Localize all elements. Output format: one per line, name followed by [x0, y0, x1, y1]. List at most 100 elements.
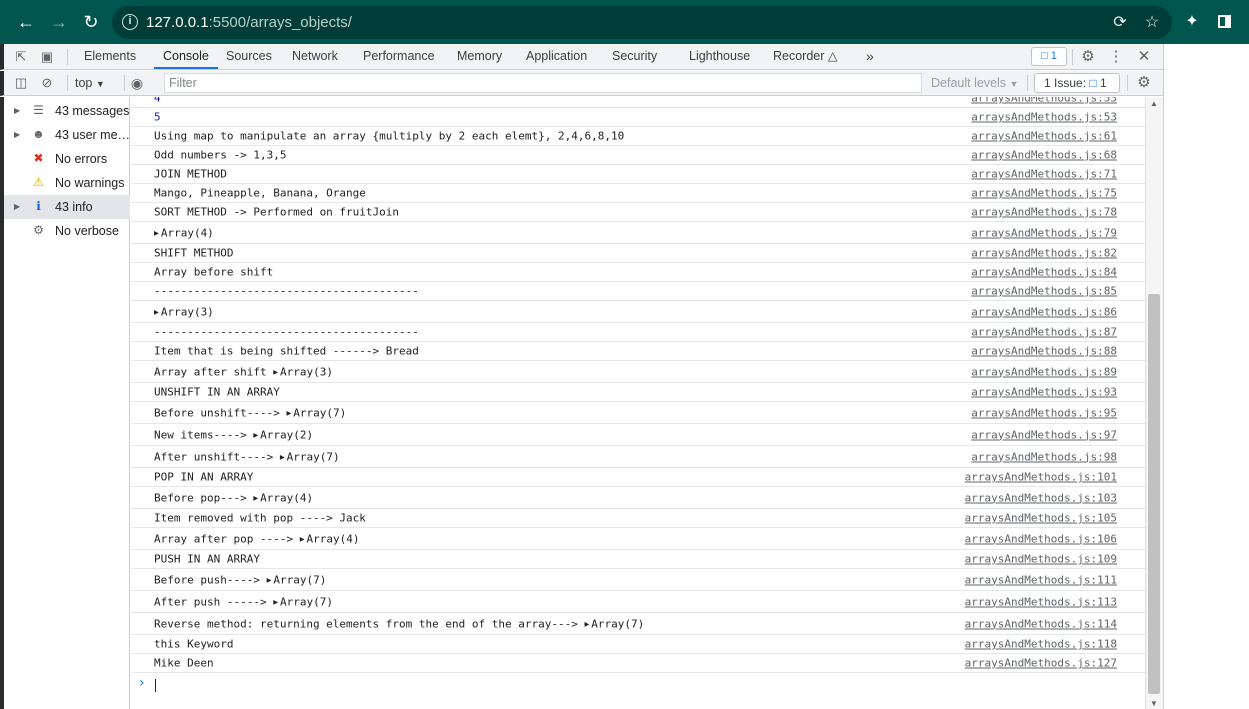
tab-application[interactable]: Application [526, 44, 587, 69]
expandable-object[interactable]: ▶ Array(3) [154, 305, 214, 318]
default-levels-dropdown[interactable]: Default levels ▼ [931, 76, 1018, 90]
expandable-object[interactable]: ▶ Array(7) [584, 617, 644, 630]
console-scrollbar[interactable]: ▲ ▼ [1145, 97, 1163, 709]
source-link[interactable]: arraysAndMethods.js:53 [971, 111, 1117, 124]
source-link[interactable]: arraysAndMethods.js:71 [971, 168, 1117, 181]
expand-triangle-icon[interactable]: ▶ [584, 619, 589, 628]
scrollbar-thumb[interactable] [1148, 294, 1160, 694]
source-link[interactable]: arraysAndMethods.js:79 [971, 226, 1117, 239]
source-link[interactable]: arraysAndMethods.js:127 [965, 657, 1117, 670]
source-link[interactable]: arraysAndMethods.js:103 [965, 491, 1117, 504]
back-arrow-icon[interactable]: ← [13, 9, 39, 35]
scroll-up-icon[interactable]: ▲ [1150, 99, 1158, 108]
expand-triangle-icon[interactable]: ▶ [14, 195, 20, 219]
console-settings-gear-icon[interactable]: ⚙ [1135, 74, 1153, 92]
tab-recorder[interactable]: Recorder △ [773, 44, 838, 69]
source-link[interactable]: arraysAndMethods.js:85 [971, 285, 1117, 298]
source-link[interactable]: arraysAndMethods.js:84 [971, 266, 1117, 279]
console-input[interactable] [155, 679, 156, 692]
address-bar[interactable]: i 127.0.0.1:5500/arrays_objects/ ⟳ ☆ [112, 6, 1172, 39]
more-tabs-button[interactable]: » [866, 44, 874, 69]
source-link[interactable]: arraysAndMethods.js:113 [965, 595, 1117, 608]
expandable-object[interactable]: ▶ Array(4) [253, 491, 313, 504]
expandable-object[interactable]: ▶ Array(7) [280, 450, 340, 463]
tab-lighthouse[interactable]: Lighthouse [689, 44, 750, 69]
device-toolbar-icon[interactable]: ▣ [38, 48, 56, 66]
source-link[interactable]: arraysAndMethods.js:78 [971, 206, 1117, 219]
sidebar-item[interactable]: ▶ ☰ 43 messages [4, 99, 130, 123]
more-options-icon[interactable]: ⋮ [1107, 48, 1125, 66]
live-expression-eye-icon[interactable]: ◉ [128, 74, 146, 92]
scroll-down-icon[interactable]: ▼ [1150, 699, 1158, 708]
source-link[interactable]: arraysAndMethods.js:87 [971, 326, 1117, 339]
expand-triangle-icon[interactable]: ▶ [253, 430, 258, 439]
expand-triangle-icon[interactable]: ▶ [154, 307, 159, 316]
source-link[interactable]: arraysAndMethods.js:89 [971, 365, 1117, 378]
expandable-object[interactable]: ▶ Array(7) [286, 406, 346, 419]
source-link[interactable]: arraysAndMethods.js:93 [971, 386, 1117, 399]
source-link[interactable]: arraysAndMethods.js:105 [965, 512, 1117, 525]
sidebar-toggle-icon[interactable]: ◫ [12, 74, 30, 92]
sidebar-item[interactable]: ▶ ☻ 43 user me… [4, 123, 130, 147]
source-link[interactable]: arraysAndMethods.js:106 [965, 532, 1117, 545]
expand-triangle-icon[interactable]: ▶ [280, 452, 285, 461]
forward-arrow-icon[interactable]: → [46, 9, 72, 35]
sidebar-item[interactable]: ⚠ No warnings [4, 171, 130, 195]
expand-triangle-icon[interactable]: ▶ [273, 597, 278, 606]
tab-performance[interactable]: Performance [363, 44, 435, 69]
extensions-icon[interactable]: ✦ [1180, 10, 1204, 34]
tab-sources[interactable]: Sources [226, 44, 272, 69]
source-link[interactable]: arraysAndMethods.js:111 [965, 573, 1117, 586]
info-icon[interactable]: i [122, 14, 138, 30]
clear-console-icon[interactable]: ⊘ [38, 74, 56, 92]
source-link[interactable]: arraysAndMethods.js:97 [971, 428, 1117, 441]
source-link[interactable]: arraysAndMethods.js:53 [971, 97, 1117, 105]
expandable-object[interactable]: ▶ Array(4) [300, 532, 360, 545]
source-link[interactable]: arraysAndMethods.js:114 [965, 617, 1117, 630]
expand-triangle-icon[interactable]: ▶ [286, 408, 291, 417]
expandable-object[interactable]: ▶ Array(4) [154, 226, 214, 239]
expand-triangle-icon[interactable]: ▶ [14, 123, 20, 147]
tab-console[interactable]: Console [154, 44, 218, 69]
expandable-object[interactable]: ▶ Array(7) [273, 595, 333, 608]
close-icon[interactable]: ✕ [1135, 48, 1153, 66]
expand-triangle-icon[interactable]: ▶ [300, 534, 305, 543]
tab-memory[interactable]: Memory [457, 44, 502, 69]
source-link[interactable]: arraysAndMethods.js:101 [965, 471, 1117, 484]
share-icon[interactable]: ⟳ [1109, 12, 1131, 34]
inspect-element-icon[interactable]: ⇱ [12, 48, 30, 66]
side-panel-icon[interactable] [1212, 10, 1236, 34]
settings-gear-icon[interactable]: ⚙ [1079, 48, 1097, 66]
source-link[interactable]: arraysAndMethods.js:86 [971, 305, 1117, 318]
sidebar-item[interactable]: ⚙ No verbose [4, 219, 130, 243]
expand-triangle-icon[interactable]: ▶ [154, 228, 159, 237]
tab-elements[interactable]: Elements [84, 44, 136, 69]
source-link[interactable]: arraysAndMethods.js:109 [965, 553, 1117, 566]
source-link[interactable]: arraysAndMethods.js:118 [965, 638, 1117, 651]
source-link[interactable]: arraysAndMethods.js:61 [971, 130, 1117, 143]
sidebar-item[interactable]: ✖ No errors [4, 147, 130, 171]
expandable-object[interactable]: ▶ Array(2) [253, 428, 313, 441]
source-link[interactable]: arraysAndMethods.js:82 [971, 247, 1117, 260]
expand-triangle-icon[interactable]: ▶ [253, 493, 258, 502]
url-text[interactable]: 127.0.0.1:5500/arrays_objects/ [146, 14, 352, 31]
context-selector[interactable]: top ▼ [75, 76, 105, 90]
expand-triangle-icon[interactable]: ▶ [273, 367, 278, 376]
source-link[interactable]: arraysAndMethods.js:75 [971, 187, 1117, 200]
issues-button[interactable]: 1 Issue: □ 1 [1034, 73, 1120, 93]
expand-triangle-icon[interactable]: ▶ [14, 99, 20, 123]
filter-input[interactable]: Filter [164, 73, 922, 93]
expand-triangle-icon[interactable]: ▶ [267, 575, 272, 584]
sidebar-item[interactable]: ▶ ℹ 43 info [4, 195, 130, 219]
source-link[interactable]: arraysAndMethods.js:95 [971, 406, 1117, 419]
issues-badge[interactable]: □ 1 [1031, 47, 1067, 66]
source-link[interactable]: arraysAndMethods.js:68 [971, 149, 1117, 162]
source-link[interactable]: arraysAndMethods.js:98 [971, 450, 1117, 463]
tab-network[interactable]: Network [292, 44, 338, 69]
expandable-object[interactable]: ▶ Array(7) [267, 573, 327, 586]
star-icon[interactable]: ☆ [1141, 12, 1163, 34]
reload-icon[interactable]: ↻ [78, 9, 104, 35]
expandable-object[interactable]: ▶ Array(3) [273, 365, 333, 378]
source-link[interactable]: arraysAndMethods.js:88 [971, 345, 1117, 358]
tab-security[interactable]: Security [612, 44, 657, 69]
